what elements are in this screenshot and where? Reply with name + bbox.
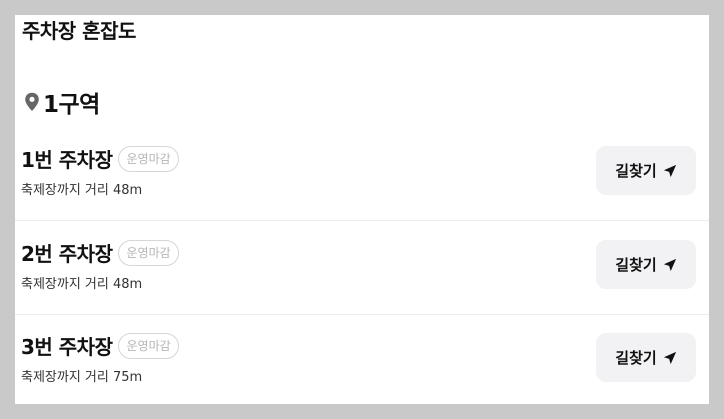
route-button[interactable]: 길찾기: [596, 146, 696, 195]
lot-distance: 축제장까지 거리 48m: [21, 183, 143, 198]
lot-title-row: 2번 주차장 운영마감: [21, 238, 179, 267]
lot-distance: 축제장까지 거리 48m: [21, 277, 143, 292]
status-badge: 운영마감: [118, 332, 179, 359]
navigation-arrow-icon: [663, 258, 676, 271]
lot-title-row: 1번 주차장 운영마감: [21, 144, 179, 173]
status-badge: 운영마감: [118, 145, 179, 172]
zone-header: 1구역: [23, 85, 100, 119]
lot-name: 2번 주차장: [21, 242, 113, 266]
status-badge: 운영마감: [118, 239, 179, 266]
lot-name: 1번 주차장: [21, 148, 113, 172]
page-title: 주차장 혼잡도: [22, 19, 136, 43]
navigation-arrow-icon: [663, 351, 676, 364]
parking-lot-item: 3번 주차장 운영마감 축제장까지 거리 75m 길찾기: [15, 313, 709, 407]
route-button[interactable]: 길찾기: [596, 240, 696, 289]
route-button[interactable]: 길찾기: [596, 333, 696, 382]
route-button-label: 길찾기: [615, 162, 657, 180]
zone-label: 1구역: [43, 92, 100, 118]
lot-name: 3번 주차장: [21, 335, 113, 359]
route-button-label: 길찾기: [615, 349, 657, 367]
lot-distance: 축제장까지 거리 75m: [21, 370, 143, 385]
parking-lot-item: 1번 주차장 운영마감 축제장까지 거리 48m 길찾기: [15, 126, 709, 221]
navigation-arrow-icon: [663, 164, 676, 177]
parking-lot-item: 2번 주차장 운영마감 축제장까지 거리 48m 길찾기: [15, 220, 709, 315]
lot-title-row: 3번 주차장 운영마감: [21, 331, 179, 360]
route-button-label: 길찾기: [615, 256, 657, 274]
parking-panel: 주차장 혼잡도 1구역 1번 주차장 운영마감 축제장까지 거리 48m 길찾기…: [15, 15, 709, 404]
location-pin-icon: [25, 92, 39, 111]
